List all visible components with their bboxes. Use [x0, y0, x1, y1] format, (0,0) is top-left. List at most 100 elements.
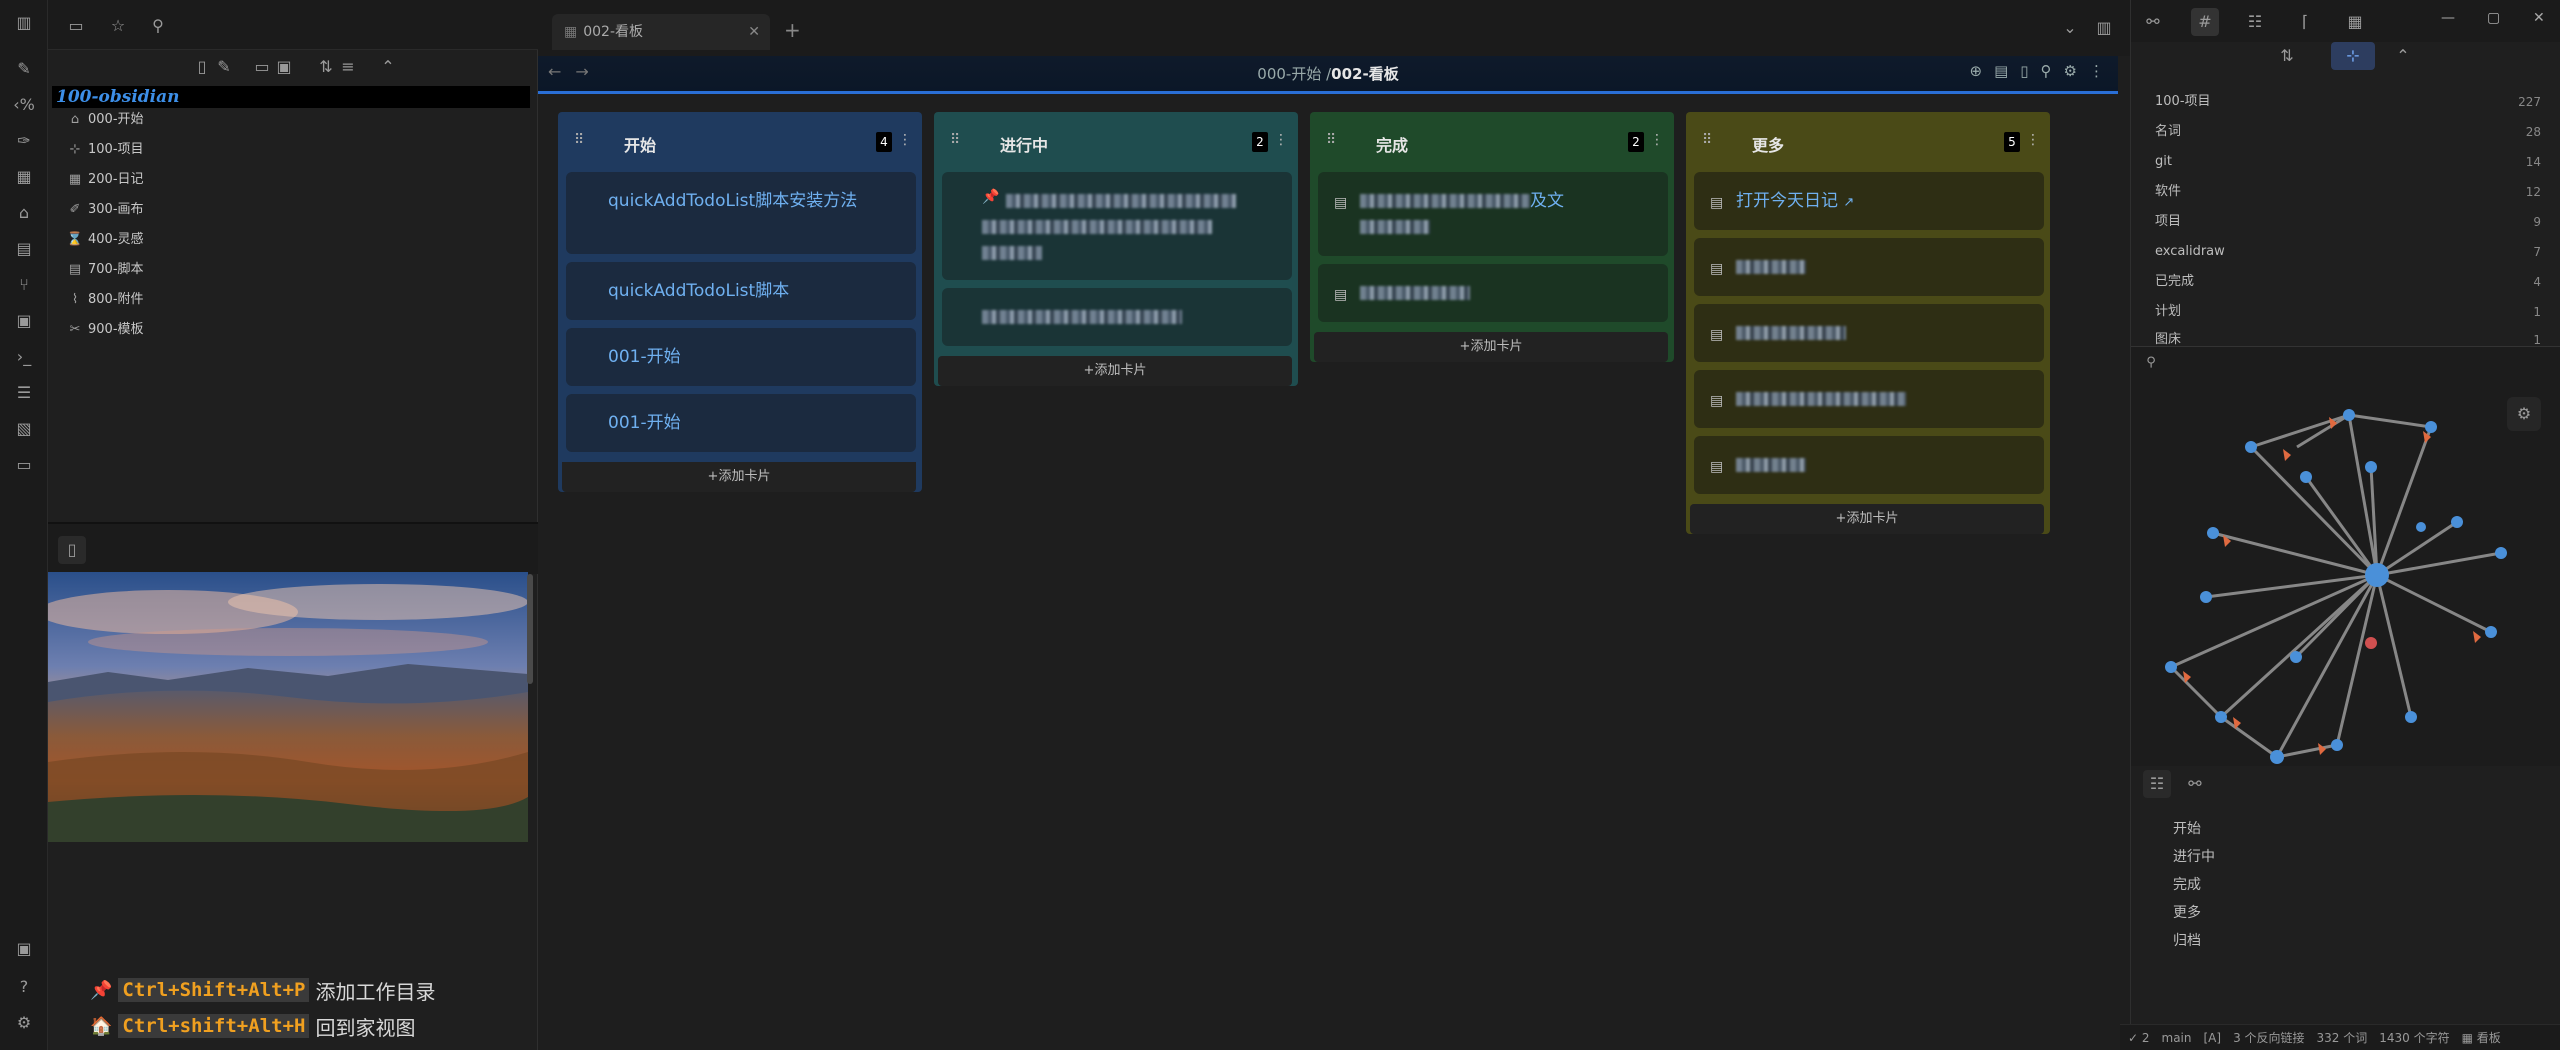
file-icon[interactable]: ▤	[13, 238, 35, 260]
card-text[interactable]: 及文	[1530, 191, 1564, 211]
card[interactable]: ▤ 打开今天日记 ↗	[1694, 172, 2044, 230]
outline-item[interactable]: 进行中	[2173, 846, 2215, 866]
star-icon[interactable]: ☆	[104, 12, 132, 40]
close-icon[interactable]: ✕	[2533, 10, 2545, 26]
more-options-icon[interactable]: ⋮	[2089, 62, 2104, 80]
add-list-icon[interactable]: ⊕	[1970, 62, 1983, 80]
attachment-icon[interactable]: ✑	[13, 130, 35, 152]
more-options-icon[interactable]: ⋮	[2026, 132, 2040, 148]
sort-icon[interactable]: ⇅	[2273, 42, 2301, 70]
terminal-icon[interactable]: ›_	[13, 346, 35, 368]
tag-row[interactable]: excalidraw 7	[2155, 238, 2541, 266]
list-icon[interactable]: ☷	[2143, 770, 2171, 798]
tag-row[interactable]: git 14	[2155, 148, 2541, 176]
tree-item[interactable]: ✂ 900-模板	[66, 316, 144, 344]
settings-icon[interactable]: ⚙	[13, 1012, 35, 1034]
breadcrumb-parent[interactable]: 000-开始	[1257, 65, 1321, 83]
tag-row[interactable]: 软件 12	[2155, 178, 2541, 206]
tree-item[interactable]: ⌇ 800-附件	[66, 286, 144, 314]
tree-item[interactable]: ▦ 200-日记	[66, 166, 144, 194]
tag-row[interactable]: 已完成 4	[2155, 268, 2541, 296]
help-icon[interactable]: ?	[13, 976, 35, 998]
lane-title[interactable]: 开始	[624, 132, 656, 156]
drag-handle-icon[interactable]: ⠿	[950, 132, 960, 148]
folder-icon[interactable]: ▭	[62, 12, 90, 40]
calendar-icon[interactable]: ▦	[2341, 8, 2369, 36]
add-card-button[interactable]: +添加卡片	[562, 462, 916, 492]
lane-title[interactable]: 更多	[1752, 132, 1784, 156]
close-icon[interactable]: ✕	[748, 14, 760, 50]
edit-icon[interactable]: ✎	[210, 53, 238, 81]
maximize-icon[interactable]: ▢	[2487, 10, 2500, 26]
card[interactable]: quickAddTodoList脚本安装方法	[566, 172, 916, 254]
outline-icon[interactable]: ☷	[2241, 8, 2269, 36]
view-type[interactable]: ▦ 看板	[2462, 1025, 2501, 1050]
kanban-icon[interactable]: ☰	[13, 382, 35, 404]
backlink-count[interactable]: 3 个反向链接	[2233, 1025, 2304, 1050]
outline-item[interactable]: 归档	[2173, 930, 2201, 950]
card[interactable]: ▤	[1694, 304, 2044, 362]
tag-row[interactable]: 100-项目 227	[2155, 88, 2541, 116]
settings-icon[interactable]: ⚙	[2064, 62, 2077, 80]
new-tab-button[interactable]: +	[784, 18, 801, 42]
git-branch[interactable]: main	[2162, 1025, 2192, 1050]
search-icon[interactable]: ⚲	[144, 12, 172, 40]
more-options-icon[interactable]: ⋮	[1274, 132, 1288, 148]
image-scrollbar[interactable]	[527, 574, 533, 684]
sidebar-toggle-icon[interactable]: ▥	[13, 12, 35, 34]
lane-title[interactable]: 进行中	[1000, 132, 1048, 156]
backlinks-icon[interactable]: ⚯	[2181, 770, 2209, 798]
sync-status[interactable]: ✓ 2	[2128, 1025, 2150, 1050]
card[interactable]: ▤	[1318, 264, 1668, 322]
hierarchy-icon[interactable]: ⊹	[2331, 42, 2375, 70]
tree-item[interactable]: ⌂ 000-开始	[66, 106, 144, 134]
card-text[interactable]: quickAddTodoList脚本	[608, 281, 789, 301]
tab-kanban[interactable]: ▦ 002-看板 ✕	[552, 14, 770, 50]
backlinks-icon[interactable]: ⚯	[2139, 8, 2167, 36]
sidebar-right-toggle-icon[interactable]: ▥	[2090, 14, 2118, 42]
add-card-button[interactable]: +添加卡片	[1690, 504, 2044, 534]
outline-item[interactable]: 完成	[2173, 874, 2201, 894]
drag-handle-icon[interactable]: ⠿	[574, 132, 584, 148]
local-graph[interactable]: ⚲ ⚙	[2131, 346, 2560, 766]
add-card-button[interactable]: +添加卡片	[1314, 332, 1668, 362]
tag-icon[interactable]: #	[2191, 8, 2219, 36]
more-options-icon[interactable]: ⋮	[898, 132, 912, 148]
search-icon[interactable]: ⚲	[2041, 62, 2052, 80]
table-icon[interactable]: ▦	[13, 166, 35, 188]
vault-name[interactable]: 100-obsidian	[52, 86, 530, 108]
card[interactable]: ▤ 及文	[1318, 172, 1668, 256]
tag-row[interactable]: 项目 9	[2155, 208, 2541, 236]
card[interactable]: ▤	[1694, 436, 2044, 494]
card[interactable]	[942, 288, 1292, 346]
card-text[interactable]: 打开今天日记	[1736, 191, 1838, 211]
code-icon[interactable]: ‹%	[13, 94, 35, 116]
card[interactable]: 📌	[942, 172, 1292, 280]
tag-row[interactable]: 名词 28	[2155, 118, 2541, 146]
sort-list-icon[interactable]: ≡	[334, 53, 362, 81]
bracket-icon[interactable]: ⌈	[2291, 8, 2319, 36]
card-text[interactable]: 001-开始	[608, 347, 681, 367]
card[interactable]: 001-开始	[566, 394, 916, 452]
outline-item[interactable]: 更多	[2173, 902, 2201, 922]
markdown-view-icon[interactable]: ▯	[2020, 62, 2028, 80]
add-card-button[interactable]: +添加卡片	[938, 356, 1292, 386]
card-text[interactable]: quickAddTodoList脚本安装方法	[608, 191, 857, 211]
image-icon[interactable]: ▧	[13, 418, 35, 440]
lane-title[interactable]: 完成	[1376, 132, 1408, 156]
drag-handle-icon[interactable]: ⠿	[1702, 132, 1712, 148]
expand-collapse-icon[interactable]: ⌃	[374, 53, 402, 81]
tree-item[interactable]: ▤ 700-脚本	[66, 256, 144, 284]
file-icon[interactable]: ▯	[58, 536, 86, 564]
folder-move-icon[interactable]: ▣	[270, 53, 298, 81]
chevron-down-icon[interactable]: ⌄	[2056, 14, 2084, 42]
minimize-icon[interactable]: —	[2441, 10, 2455, 26]
card[interactable]: ▤	[1694, 238, 2044, 296]
outline-item[interactable]: 开始	[2173, 818, 2201, 838]
git-icon[interactable]: ⑂	[13, 274, 35, 296]
tree-item[interactable]: ✐ 300-画布	[66, 196, 144, 224]
archive-icon[interactable]: ▤	[1994, 62, 2008, 80]
collapse-icon[interactable]: ⌃	[2389, 42, 2417, 70]
vault-icon[interactable]: ▣	[13, 938, 35, 960]
breadcrumb-current[interactable]: 002-看板	[1331, 65, 1399, 83]
